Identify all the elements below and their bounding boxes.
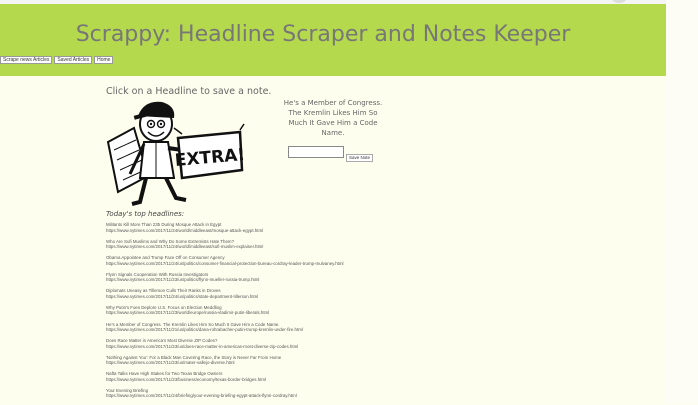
list-item[interactable]: Your Evening Briefing https://www.nytime… <box>106 388 406 405</box>
selected-headline: He's a Member of Congress. The Kremlin L… <box>283 99 383 137</box>
headline-url: https://www.nytimes.com/2017/11/24/us/po… <box>106 293 259 299</box>
extra-sign: EXTRA! <box>173 123 246 180</box>
note-input[interactable] <box>288 146 344 158</box>
headline-url: https://www.nytimes.com/2017/11/23/us/do… <box>106 343 299 349</box>
headline-url: https://www.nytimes.com/2017/11/24/world… <box>106 227 264 233</box>
headline-url: https://www.nytimes.com/2017/11/21/us/po… <box>106 327 303 333</box>
scrape-articles-button[interactable]: Scrape news Articles <box>0 56 53 64</box>
list-item[interactable]: Nafta Talks Have High Stakes for Two Tex… <box>106 371 406 388</box>
headline-url: https://www.nytimes.com/2017/11/24/world… <box>106 244 264 250</box>
list-item[interactable]: Militants Kill More Than 235 During Mosq… <box>106 222 406 239</box>
headlines-section-title: Today's top headlines: <box>106 210 185 218</box>
headline-url: https://www.nytimes.com/2017/11/23/busin… <box>106 376 267 382</box>
list-item[interactable]: Obama Appointee and Trump Face Off on Co… <box>106 255 406 272</box>
headline-url: https://www.nytimes.com/2017/11/23/us/ma… <box>106 360 235 366</box>
list-item[interactable]: Why Putin's Foes Deplore U.S. Focus on E… <box>106 305 406 322</box>
list-item[interactable]: Flynn Signals Cooperation With Russia In… <box>106 272 406 289</box>
home-button[interactable]: Home <box>94 56 114 64</box>
save-note-button[interactable]: Save Note <box>346 154 374 162</box>
list-item[interactable]: He's a Member of Congress. The Kremlin L… <box>106 322 406 339</box>
header-banner: Scrappy: Headline Scraper and Notes Keep… <box>0 4 666 76</box>
nav-bar: Scrape news Articles Saved Articles Home <box>0 56 114 64</box>
right-gutter <box>666 0 698 404</box>
saved-articles-button[interactable]: Saved Articles <box>54 56 93 64</box>
newsboy-mascot-illustration: EXTRA! <box>106 101 246 206</box>
headline-list: Militants Kill More Than 235 During Mosq… <box>106 222 406 405</box>
headline-url: https://www.nytimes.com/2017/11/24/brief… <box>106 393 297 399</box>
headline-url: https://www.nytimes.com/2017/11/23/world… <box>106 310 270 316</box>
headline-url: https://www.nytimes.com/2017/11/23/us/po… <box>106 277 260 283</box>
list-item[interactable]: Who Are Sufi Muslims and Why Do Some Ext… <box>106 239 406 256</box>
list-item[interactable]: Diplomats Uneasy as Tillerson Culls Thei… <box>106 288 406 305</box>
instruction-text: Click on a Headline to save a note. <box>106 86 272 97</box>
list-item[interactable]: 'Nothing Against You': For a Black Man C… <box>106 355 406 372</box>
headline-url: https://www.nytimes.com/2017/11/24/us/po… <box>106 260 344 266</box>
page-title: Scrappy: Headline Scraper and Notes Keep… <box>75 22 571 47</box>
list-item[interactable]: Does Race Matter in America's Most Diver… <box>106 338 406 355</box>
